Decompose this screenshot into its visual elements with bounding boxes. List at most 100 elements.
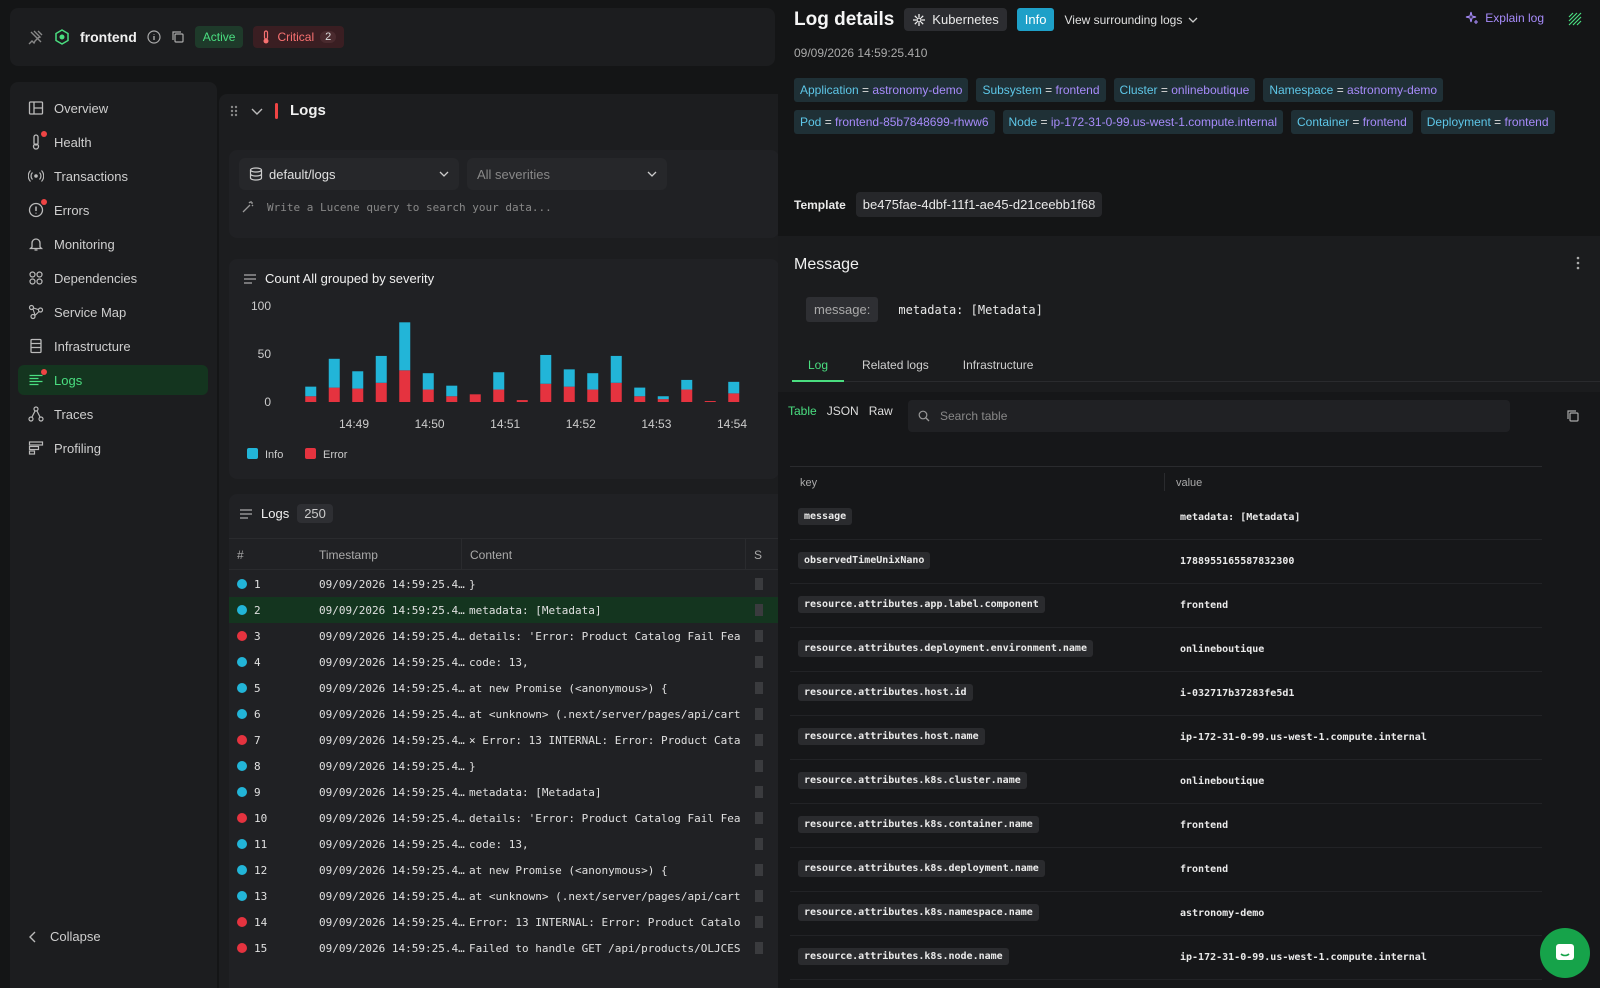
sidebar-item-traces[interactable]: Traces xyxy=(18,399,208,429)
copy-icon[interactable] xyxy=(1566,409,1580,423)
kv-row[interactable]: resource.attributes.k8s.node.name ip-172-… xyxy=(790,936,1542,980)
kv-row[interactable]: resource.attributes.k8s.container.name fr… xyxy=(790,804,1542,848)
search-table-input[interactable]: Search table xyxy=(908,400,1510,432)
bar-info[interactable] xyxy=(422,373,434,390)
bar-error[interactable] xyxy=(469,394,481,402)
copy-icon[interactable] xyxy=(171,30,185,44)
bar-error[interactable] xyxy=(493,389,505,402)
col-timestamp[interactable]: Timestamp xyxy=(319,548,378,562)
bar-info[interactable] xyxy=(399,322,411,371)
sidebar-item-dependencies[interactable]: Dependencies xyxy=(18,263,208,293)
bar-error[interactable] xyxy=(563,386,575,402)
table-row[interactable]: 3 09/09/2026 14:59:25.4… details: 'Error: … xyxy=(229,623,779,649)
table-row[interactable]: 6 09/09/2026 14:59:25.4… at <unknown> (.ne… xyxy=(229,701,779,727)
kv-row[interactable]: resource.attributes.host.id i-032717b3728… xyxy=(790,672,1542,716)
bar-error[interactable] xyxy=(704,401,716,402)
bar-info[interactable] xyxy=(681,379,693,390)
bar-info[interactable] xyxy=(375,355,387,383)
drag-handle-icon[interactable] xyxy=(229,104,239,118)
bar-error[interactable] xyxy=(446,396,458,402)
bar-info[interactable] xyxy=(610,355,622,383)
bar-error[interactable] xyxy=(352,388,364,402)
table-row[interactable]: 14 09/09/2026 14:59:25.4… Error: 13 INTERN… xyxy=(229,909,779,935)
attribute-chip[interactable]: Application = astronomy-demo xyxy=(794,78,969,102)
sidebar-item-monitoring[interactable]: Monitoring xyxy=(18,229,208,259)
table-row[interactable]: 5 09/09/2026 14:59:25.4… at new Promise (<… xyxy=(229,675,779,701)
col-severity[interactable]: S xyxy=(745,539,762,569)
lucene-query-input[interactable]: Write a Lucene query to search your data… xyxy=(241,200,552,214)
attribute-chip[interactable]: Pod = frontend-85b7848699-rhww6 xyxy=(794,110,995,134)
table-row[interactable]: 13 09/09/2026 14:59:25.4… at <unknown> (.n… xyxy=(229,883,779,909)
collapse-button[interactable]: Collapse xyxy=(28,929,101,944)
tab-log[interactable]: Log xyxy=(792,350,845,382)
tab-infrastructure[interactable]: Infrastructure xyxy=(947,350,1050,381)
format-json[interactable]: JSON xyxy=(827,404,859,418)
sidebar-item-logs[interactable]: Logs xyxy=(18,365,208,395)
bar-info[interactable] xyxy=(446,385,458,397)
attribute-chip[interactable]: Cluster = onlineboutique xyxy=(1113,78,1256,102)
bar-error[interactable] xyxy=(375,382,387,402)
bar-error[interactable] xyxy=(610,382,622,402)
format-raw[interactable]: Raw xyxy=(869,404,893,418)
table-row[interactable]: 7 09/09/2026 14:59:25.4… ⨯ Error: 13 INTER… xyxy=(229,727,779,753)
sidebar-item-errors[interactable]: Errors xyxy=(18,195,208,225)
bar-info[interactable] xyxy=(540,354,552,384)
bar-info[interactable] xyxy=(634,387,646,397)
bar-error[interactable] xyxy=(728,393,740,402)
chat-button[interactable] xyxy=(1540,928,1590,978)
sidebar-item-overview[interactable]: Overview xyxy=(18,93,208,123)
table-row[interactable]: 10 09/09/2026 14:59:25.4… details: 'Error:… xyxy=(229,805,779,831)
format-table[interactable]: Table xyxy=(788,404,817,418)
table-row[interactable]: 15 09/09/2026 14:59:25.4… Failed to handle… xyxy=(229,935,779,961)
bar-error[interactable] xyxy=(587,389,599,402)
magic-wand-icon[interactable] xyxy=(241,200,255,214)
table-row[interactable]: 1 09/09/2026 14:59:25.4…} xyxy=(229,571,779,597)
explain-log-button[interactable]: Explain log xyxy=(1465,11,1544,25)
bar-error[interactable] xyxy=(540,383,552,402)
sidebar-item-health[interactable]: Health xyxy=(18,127,208,157)
legend-label[interactable]: Info xyxy=(265,449,283,461)
table-row[interactable]: 2 09/09/2026 14:59:25.4… metadata: [Metada… xyxy=(229,597,779,623)
info-icon[interactable] xyxy=(147,30,161,44)
kv-row[interactable]: resource.attributes.app.label.component f… xyxy=(790,584,1542,628)
kv-row[interactable]: resource.attributes.k8s.deployment.name f… xyxy=(790,848,1542,892)
view-surrounding-logs-button[interactable]: View surrounding logs xyxy=(1064,13,1198,27)
bar-info[interactable] xyxy=(728,381,740,394)
legend-label[interactable]: Error xyxy=(323,449,348,461)
attribute-chip[interactable]: Deployment = frontend xyxy=(1420,110,1555,134)
sidebar-item-service-map[interactable]: Service Map xyxy=(18,297,208,327)
attribute-chip[interactable]: Node = ip-172-31-0-99.us-west-1.compute.… xyxy=(1002,110,1283,134)
sidebar-item-transactions[interactable]: Transactions xyxy=(18,161,208,191)
bar-error[interactable] xyxy=(305,396,317,402)
chevron-down-icon[interactable] xyxy=(251,106,263,116)
bar-error[interactable] xyxy=(399,370,411,402)
bar-info[interactable] xyxy=(328,358,340,388)
pin-off-icon[interactable] xyxy=(28,29,44,45)
table-row[interactable]: 8 09/09/2026 14:59:25.4…} xyxy=(229,753,779,779)
kv-row[interactable]: message metadata: [Metadata] xyxy=(790,496,1542,540)
bar-info[interactable] xyxy=(493,372,505,390)
bar-info[interactable] xyxy=(587,373,599,390)
sidebar-item-infrastructure[interactable]: Infrastructure xyxy=(18,331,208,361)
bar-info[interactable] xyxy=(657,396,669,400)
critical-badge[interactable]: Critical 2 xyxy=(253,26,345,48)
tab-related-logs[interactable]: Related logs xyxy=(846,350,945,381)
kubernetes-badge[interactable]: Kubernetes xyxy=(904,8,1007,31)
bar-error[interactable] xyxy=(657,399,669,402)
table-row[interactable]: 9 09/09/2026 14:59:25.4… metadata: [Metada… xyxy=(229,779,779,805)
col-number[interactable]: # xyxy=(237,548,244,562)
kv-row[interactable]: resource.attributes.deployment.environme… xyxy=(790,628,1542,672)
table-row[interactable]: 12 09/09/2026 14:59:25.4… at new Promise (… xyxy=(229,857,779,883)
table-row[interactable]: 4 09/09/2026 14:59:25.4… code: 13, xyxy=(229,649,779,675)
attribute-chip[interactable]: Subsystem = frontend xyxy=(976,78,1106,102)
severity-select[interactable]: All severities xyxy=(467,158,667,190)
sidebar-item-profiling[interactable]: Profiling xyxy=(18,433,208,463)
bar-error[interactable] xyxy=(681,389,693,402)
template-value[interactable]: be475fae-4dbf-11f1-ae45-d21ceebb1f68 xyxy=(855,192,1103,217)
more-vertical-icon[interactable] xyxy=(1576,256,1580,270)
table-row[interactable]: 11 09/09/2026 14:59:25.4… code: 13, xyxy=(229,831,779,857)
bar-info[interactable] xyxy=(352,371,364,389)
bar-error[interactable] xyxy=(634,396,646,402)
kv-row[interactable]: resource.attributes.k8s.namespace.name as… xyxy=(790,892,1542,936)
kv-row[interactable]: observedTimeUnixNano 1788955165587832300 xyxy=(790,540,1542,584)
